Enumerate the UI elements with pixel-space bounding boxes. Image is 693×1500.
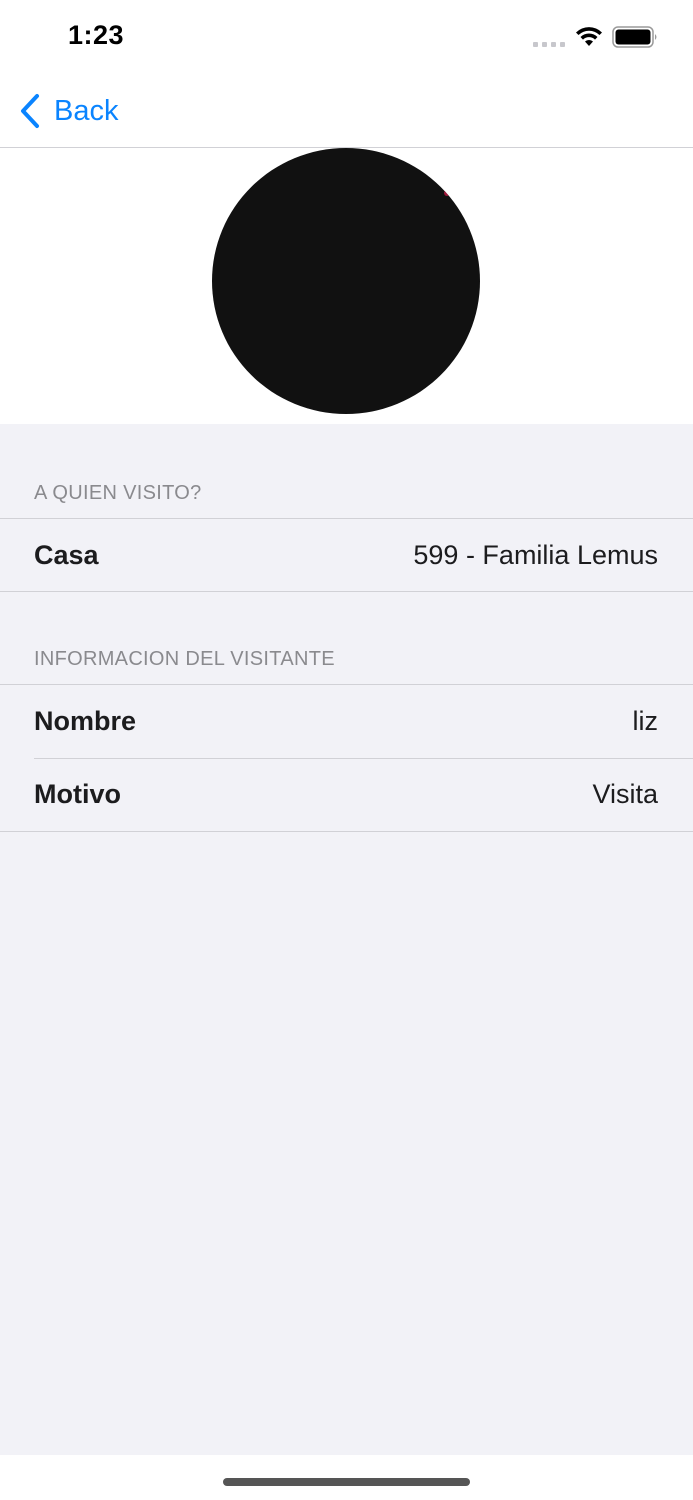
row-label: Casa xyxy=(34,539,99,570)
row-motivo[interactable]: Motivo Visita xyxy=(0,758,693,831)
row-nombre[interactable]: Nombre liz xyxy=(0,685,693,758)
row-casa[interactable]: Casa 599 - Familia Lemus xyxy=(0,519,693,591)
status-bar: 1:23 xyxy=(0,0,693,78)
avatar[interactable] xyxy=(212,148,480,414)
battery-icon xyxy=(612,26,657,48)
visiting-group: Casa 599 - Familia Lemus xyxy=(0,518,693,592)
chevron-left-icon xyxy=(21,94,39,128)
back-label: Back xyxy=(54,94,119,127)
wifi-icon xyxy=(576,27,602,46)
back-button[interactable]: Back xyxy=(18,91,118,131)
section-header-visiting: A QUIEN VISITO? xyxy=(34,482,202,504)
visitor-photo-area xyxy=(0,148,693,424)
row-value: 599 - Familia Lemus xyxy=(413,539,658,570)
home-indicator[interactable] xyxy=(223,1478,470,1486)
row-label: Nombre xyxy=(34,706,137,736)
visitor-info-group: Nombre liz Motivo Visita xyxy=(0,684,693,832)
home-bar xyxy=(0,1455,693,1500)
status-time: 1:23 xyxy=(68,20,125,50)
avatar-detail xyxy=(444,190,450,196)
navigation-bar: Back xyxy=(0,78,693,148)
signal-icon xyxy=(533,42,565,47)
row-value: liz xyxy=(632,706,659,736)
section-header-visitor-info: INFORMACION DEL VISITANTE xyxy=(34,648,335,670)
row-value: Visita xyxy=(592,779,658,809)
row-label: Motivo xyxy=(34,779,121,809)
